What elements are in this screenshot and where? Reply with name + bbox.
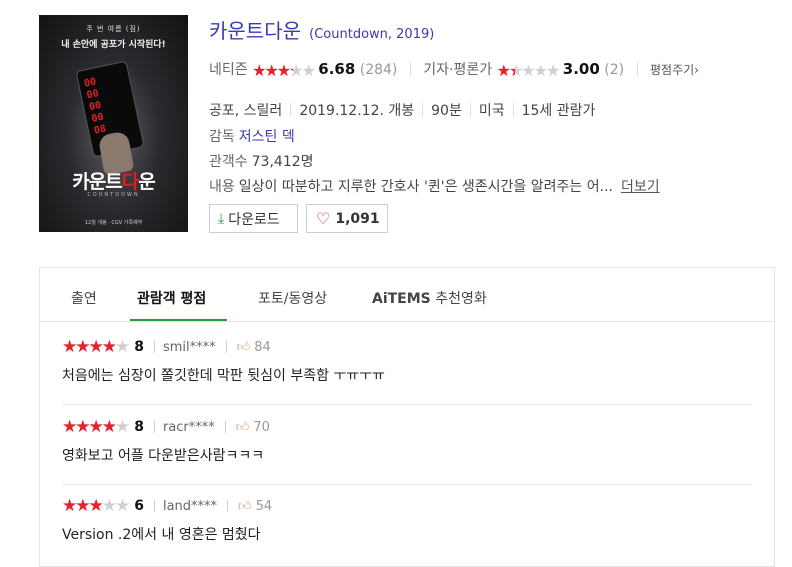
divider [290,103,292,116]
like-button[interactable]: ♡ 1,091 [306,204,388,233]
poster-release-note: 12월 개봉 · CGV 가족예약 [84,220,143,226]
tab-photo-video[interactable]: 포토/동영상 [258,288,327,308]
critic-count: (2) [604,62,625,78]
poster-title-part: 카운트 [72,171,122,193]
review-item: ★★★★★★★★★★ 8 racr**** 👍︎ 70 영화보고 어플 다운받은… [62,404,753,485]
runtime: 90분 [431,103,462,119]
director-row: 감독 저스틴 덱 [209,126,295,146]
rating-row: 네티즌 ★★★★★★★★★★ 6.68 (284) 기자·평론가 ★★★★★★★… [209,59,699,80]
review-header: ★★★★★★★★★★ 6 land**** 👍︎ 54 [62,496,272,516]
netizen-label: 네티즌 [209,62,248,78]
movie-title-row: 카운트다운 (Countdown, 2019) [209,15,434,44]
review-stars: ★★★★★★★★★★ [62,496,130,516]
country: 미국 [478,103,505,119]
tab-audience-rating[interactable]: 관람객 평점 [137,288,206,308]
thumbs-up-icon[interactable]: 👍︎ [236,420,250,435]
review-likes: 70 [253,419,270,435]
download-button[interactable]: ⤓ 다운로드 [209,204,298,233]
audience-label: 관객수 [209,154,248,170]
plot-label: 내용 [209,179,235,195]
download-icon: ⤓ [218,210,225,227]
movie-title[interactable]: 카운트다운 [209,19,301,43]
plot-row: 내용 일상이 따분하고 지루한 간호사 '퀸'은 생존시간을 알려주는 어... 더… [209,176,660,196]
review-text: 처음에는 심장이 쫄깃한데 막판 뒷심이 부족함 ㅜㅠㅜㅠ [62,368,385,384]
aitems-logo: AiTEMS [372,291,431,307]
poster-countdown-digits: 00 00 00 00 08 [83,76,107,137]
poster-tagline: 내 손안에 공포가 시작된다! [61,40,166,50]
netizen-stars-fill: ★★★★★ [252,61,293,80]
review-header: ★★★★★★★★★★ 8 smil**** 👍︎ 84 [62,337,271,357]
review-stars-fill: ★★★★★ [62,337,115,357]
audience-row: 관객수 73,412명 [209,151,314,171]
like-count: 1,091 [335,210,380,227]
review-score: 8 [134,419,144,435]
director-label: 감독 [209,129,235,145]
active-tab-indicator [130,319,227,321]
poster-title-part: 운 [138,171,156,193]
rate-movie-link[interactable]: 평점주기› [650,63,699,77]
divider [153,421,155,433]
divider [422,103,424,116]
audience-count: 73,412명 [251,154,314,170]
review-score: 6 [134,498,144,514]
critic-score: 3.00 [562,60,600,78]
netizen-score: 6.68 [318,60,356,78]
divider [225,341,227,353]
age-rating: 15세 관람가 [521,103,596,119]
chevron-right-icon: › [694,63,699,77]
genre[interactable]: 공포, 스릴러 [209,103,282,119]
netizen-count: (284) [359,62,398,78]
critic-stars: ★★★★★★★★★★ [496,61,561,80]
critic-stars-fill: ★★★★★ [496,61,516,80]
poster-tagline-top: 주 번 여름 (짐) [86,25,141,33]
netizen-stars: ★★★★★★★★★★ [252,61,316,80]
thumbs-up-icon[interactable]: 👍︎ [238,499,252,514]
divider [227,500,229,512]
director-link[interactable]: 저스틴 덱 [239,129,295,145]
review-user: racr**** [162,419,215,435]
tab-recommended-label: 추천영화 [435,291,487,307]
poster-subtitle: COUNTDOWN [87,192,140,198]
review-score: 8 [134,339,144,355]
reviews-panel: 출연 관람객 평점 포토/동영상 AiTEMS 추천영화 ★★★★★★★★★★ … [39,267,775,567]
movie-poster[interactable]: 주 번 여름 (짐) 내 손안에 공포가 시작된다! 00 00 00 00 0… [39,15,188,232]
divider [153,341,155,353]
review-likes: 84 [254,339,271,355]
review-user: smil**** [162,339,216,355]
rate-movie-label: 평점주기 [650,63,695,77]
tab-recommended[interactable]: AiTEMS 추천영화 [372,288,487,308]
release-date: 2019.12.12. 개봉 [299,103,415,119]
plot-summary: 일상이 따분하고 지루한 간호사 '퀸'은 생존시간을 알려주는 어... [238,179,613,195]
review-item: ★★★★★★★★★★ 8 smil**** 👍︎ 84 처음에는 심장이 쫄깃한… [62,324,753,405]
review-likes: 54 [255,498,273,514]
review-text: 영화보고 어플 다운받은사람ㅋㅋㅋ [62,448,265,464]
tab-bar: 출연 관람객 평점 포토/동영상 AiTEMS 추천영화 [40,268,774,322]
review-item: ★★★★★★★★★★ 6 land**** 👍︎ 54 Version .2에서… [62,483,753,563]
review-text: Version .2에서 내 영혼은 멈췄다 [62,527,261,543]
divider [224,421,226,433]
review-header: ★★★★★★★★★★ 8 racr**** 👍︎ 70 [62,417,270,437]
divider [409,62,411,75]
review-user: land**** [162,498,218,514]
review-stars-fill: ★★★★★ [62,417,115,437]
tab-cast[interactable]: 출연 [71,288,97,308]
review-stars: ★★★★★★★★★★ [62,337,130,357]
download-label: 다운로드 [228,211,280,228]
critic-label: 기자·평론가 [423,62,493,78]
review-stars: ★★★★★★★★★★ [62,417,130,437]
heart-icon: ♡ [316,209,331,228]
thumbs-up-icon[interactable]: 👍︎ [237,340,251,355]
review-stars-fill: ★★★★★ [62,496,102,516]
divider [512,103,514,116]
divider [153,500,155,512]
movie-meta-row: 공포, 스릴러 2019.12.12. 개봉 90분 미국 15세 관람가 [209,100,595,120]
plot-more-link[interactable]: 더보기 [621,179,660,195]
divider [636,62,638,75]
divider [469,103,471,116]
poster-title-red: 다 [121,171,140,193]
movie-original-title: (Countdown, 2019) [309,27,435,42]
poster-title: 카운트다운 [39,167,188,194]
